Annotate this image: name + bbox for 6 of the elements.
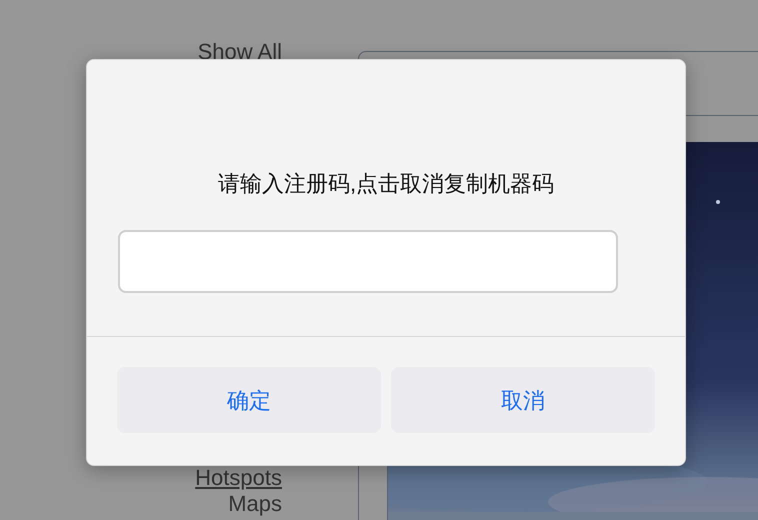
dialog-message: 请输入注册码,点击取消复制机器码 bbox=[218, 170, 554, 198]
dialog-button[interactable]: 确定 bbox=[117, 367, 381, 433]
nav-link[interactable]: Hotspots bbox=[195, 465, 282, 491]
dialog-button[interactable]: 取消 bbox=[391, 367, 655, 433]
nav-link[interactable]: Maps bbox=[228, 491, 282, 517]
input-field[interactable] bbox=[118, 230, 618, 293]
